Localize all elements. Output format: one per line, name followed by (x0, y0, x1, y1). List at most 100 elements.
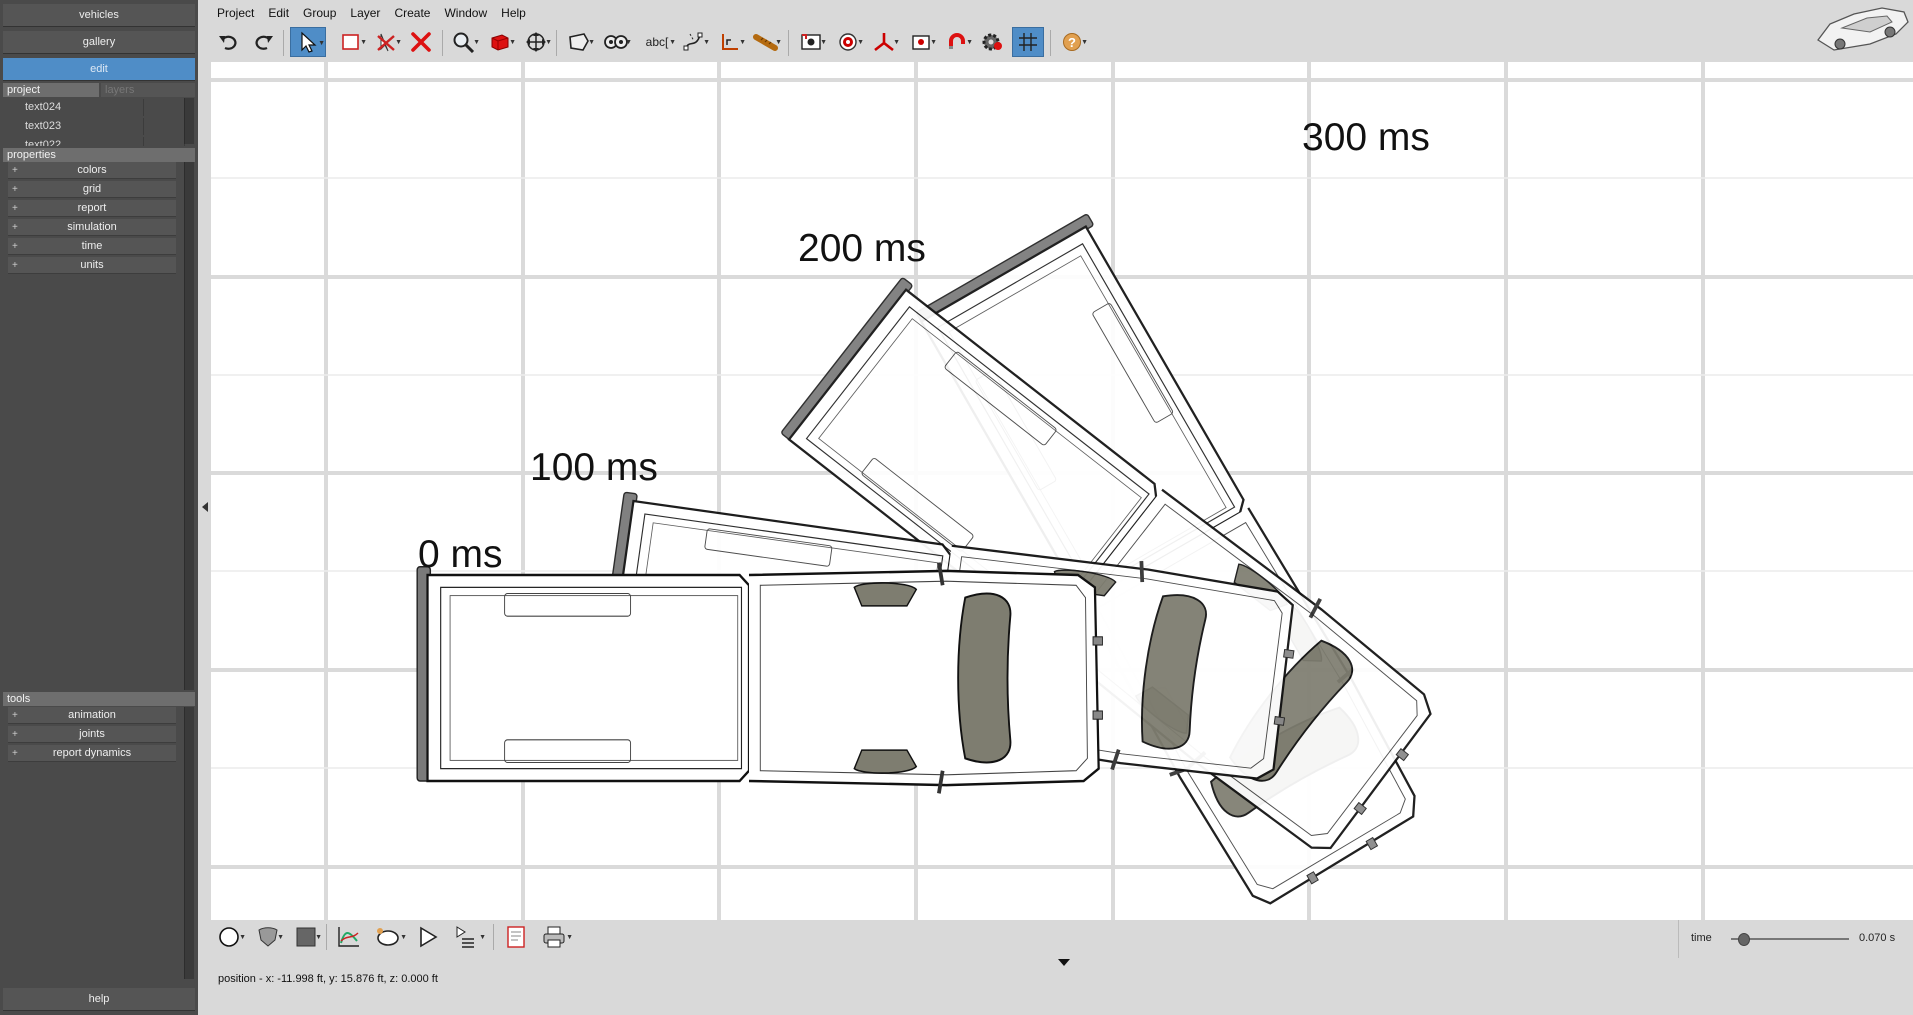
tool-joints[interactable]: + joints (8, 726, 176, 743)
list-item[interactable]: text024 (3, 98, 195, 117)
menu-help[interactable]: Help (494, 3, 533, 23)
record-button[interactable]: ▼ (795, 27, 827, 57)
tool-report-dynamics[interactable]: + report dynamics (8, 745, 176, 762)
property-units[interactable]: + units (8, 257, 176, 274)
report-icon (507, 926, 525, 948)
list-item[interactable]: text023 (3, 117, 195, 136)
box-3d-button[interactable]: ▼ (484, 27, 516, 57)
pan-icon (526, 32, 546, 52)
collapse-sidebar-icon[interactable] (202, 502, 208, 512)
time-label-0ms[interactable]: 0 ms (418, 533, 503, 577)
help-button[interactable]: help (3, 988, 195, 1011)
tool-animation[interactable]: + animation (8, 707, 176, 724)
toolbar: ▼ ▼ ▼ ▼ ▼ ▼ ▼ ▼ abc[▼ ▼ ▼ ▼ ▼ ▼ ▼ ▼ ▼ ? ▼ (210, 26, 1810, 60)
menu-project[interactable]: Project (210, 3, 261, 23)
menu-create[interactable]: Create (387, 3, 437, 23)
time-label-100ms[interactable]: 100 ms (530, 446, 658, 490)
playback-options-button[interactable]: ▼ (447, 920, 487, 954)
target-button[interactable]: ▼ (832, 27, 864, 57)
printer-icon (543, 926, 565, 948)
graph-icon (338, 927, 359, 947)
axes-button[interactable]: ▼ (714, 27, 746, 57)
magnet-button[interactable]: ▼ (941, 27, 973, 57)
properties-header: properties (3, 148, 195, 162)
graph-button[interactable] (332, 920, 366, 954)
properties-scrollbar[interactable] (184, 162, 194, 690)
circle-shape-button[interactable]: ▼ (213, 920, 247, 954)
time-label: time (1691, 932, 1712, 944)
unselect-icon (377, 33, 395, 52)
select-tool-button[interactable]: ▼ (290, 27, 326, 57)
unselect-button[interactable]: ▼ (370, 27, 402, 57)
play-button[interactable] (411, 920, 445, 954)
text-tool-button[interactable]: abc[▼ (638, 27, 676, 57)
grid-toggle-button[interactable] (1012, 27, 1044, 57)
redo-button[interactable] (247, 27, 279, 57)
property-grid[interactable]: + grid (8, 181, 176, 198)
delete-button[interactable] (405, 27, 437, 57)
list-item-label: text023 (25, 120, 62, 132)
status-position: position - x: -11.998 ft, y: 15.876 ft, … (218, 973, 438, 985)
rectangle-select-icon (342, 34, 359, 50)
tab-layers[interactable]: layers (101, 83, 195, 97)
measure-button[interactable]: ▼ (750, 27, 782, 57)
drawing-canvas[interactable]: 0 ms 100 ms 200 ms 300 ms (211, 62, 1913, 920)
playlist-icon (456, 926, 474, 948)
pan-button[interactable]: ▼ (520, 27, 552, 57)
time-slider[interactable] (1731, 933, 1849, 946)
menu-layer[interactable]: Layer (343, 3, 387, 23)
play-icon (420, 926, 438, 948)
delete-icon (411, 32, 431, 52)
svg-text:?: ? (1068, 35, 1076, 50)
property-colors[interactable]: + colors (8, 162, 176, 179)
zoom-button[interactable]: ▼ (448, 27, 480, 57)
time-label-200ms[interactable]: 200 ms (798, 227, 926, 271)
project-list: text024 text023 text022 (3, 98, 195, 146)
property-simulation[interactable]: + simulation (8, 219, 176, 236)
rectangle-select-button[interactable]: ▼ (335, 27, 367, 57)
vehicle-0ms (417, 563, 1102, 794)
undo-button[interactable] (213, 27, 245, 57)
trajectory-button[interactable]: ▼ (368, 920, 408, 954)
path-button[interactable]: ▼ (678, 27, 710, 57)
axes-icon (722, 34, 738, 50)
camera-button[interactable]: ▼ (905, 27, 937, 57)
menu-edit[interactable]: Edit (261, 3, 296, 23)
time-label-300ms[interactable]: 300 ms (1302, 116, 1430, 160)
bottom-panel: ▼ ▼ ▼ ▼ ▼ ▼ position - x: -11.998 ft, y:… (211, 920, 1913, 1015)
coordinate-button[interactable]: ▼ (868, 27, 900, 57)
help-icon: ? (1063, 33, 1081, 51)
app-logo-icon (1817, 7, 1909, 51)
list-item[interactable]: text022 (3, 136, 195, 146)
scene-svg (211, 62, 1913, 920)
property-report[interactable]: + report (8, 200, 176, 217)
time-slider-thumb[interactable] (1737, 933, 1750, 946)
vehicle-outline-button[interactable]: ▼ (563, 27, 595, 57)
list-item-label: text024 (25, 101, 62, 113)
nav-vehicles-button[interactable]: vehicles (3, 4, 195, 27)
nav-edit-button[interactable]: edit (3, 58, 195, 81)
menubar: Project Edit Group Layer Create Window Help (210, 3, 533, 23)
magnet-icon (949, 33, 965, 49)
time-value: 0.070 s (1859, 932, 1896, 944)
project-scrollbar[interactable] (184, 98, 194, 144)
time-control: time 0.070 s (1678, 920, 1913, 958)
grid-icon (1019, 33, 1037, 51)
settings-button[interactable] (977, 27, 1009, 57)
fill-shape-button[interactable]: ▼ (251, 920, 285, 954)
expand-panel-icon[interactable] (1058, 959, 1070, 966)
project-tabs: project layers (3, 83, 195, 97)
menu-window[interactable]: Window (437, 3, 494, 23)
list-item-label: text022 (25, 139, 62, 146)
fill-color-button[interactable]: ▼ (289, 920, 323, 954)
tools-scrollbar[interactable] (184, 707, 194, 979)
property-time[interactable]: + time (8, 238, 176, 255)
tab-project[interactable]: project (3, 83, 99, 97)
report-button[interactable] (499, 920, 533, 954)
menu-group[interactable]: Group (296, 3, 343, 23)
target-icon (839, 33, 857, 51)
print-button[interactable]: ▼ (534, 920, 574, 954)
nav-gallery-button[interactable]: gallery (3, 31, 195, 54)
tire-button[interactable]: ▼ (600, 27, 632, 57)
help-tool-button[interactable]: ? ▼ (1056, 27, 1088, 57)
